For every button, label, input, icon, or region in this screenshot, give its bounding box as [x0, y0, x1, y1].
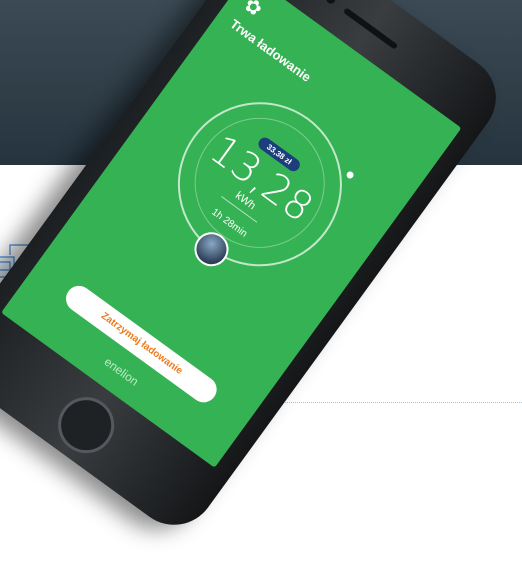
flower-logo-icon: ✿ — [239, 0, 267, 22]
screen-title: Trwa ładowanie — [227, 16, 314, 85]
home-button[interactable] — [47, 386, 126, 465]
front-camera — [324, 0, 338, 6]
earpiece-speaker — [342, 7, 399, 50]
progress-indicator-dot — [345, 170, 355, 180]
